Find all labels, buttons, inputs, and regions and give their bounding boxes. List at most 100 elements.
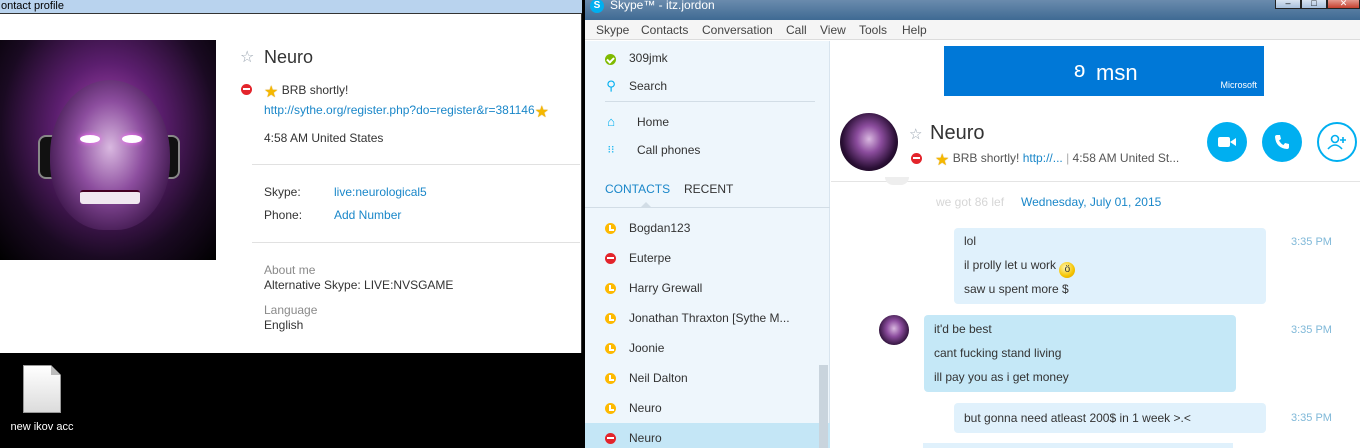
- contact-item[interactable]: Neuro: [585, 393, 830, 423]
- away-status-icon: [605, 223, 616, 234]
- contact-name[interactable]: Bogdan123: [629, 221, 690, 235]
- sender-avatar[interactable]: [879, 315, 909, 345]
- away-status-icon: [605, 313, 616, 324]
- favorite-star-icon[interactable]: ☆: [240, 50, 254, 66]
- menu-contacts[interactable]: Contacts: [641, 23, 688, 37]
- contact-name[interactable]: Jonathan Thraxton [Sythe M...: [629, 311, 790, 325]
- call-phones-label[interactable]: Call phones: [637, 143, 700, 157]
- star-emoticon-icon: ★: [264, 84, 279, 101]
- star-emoticon-icon: ★: [935, 152, 950, 169]
- menu-skype[interactable]: Skype: [596, 23, 629, 37]
- contact-name[interactable]: Euterpe: [629, 251, 671, 265]
- search-label[interactable]: Search: [629, 79, 667, 93]
- message-time: 3:35 PM: [1291, 236, 1332, 248]
- surprised-emoticon-icon: ö: [1059, 262, 1076, 278]
- add-people-button[interactable]: [1317, 122, 1357, 162]
- away-status-icon: [605, 373, 616, 384]
- contact-item[interactable]: Harry Grewall: [585, 273, 830, 303]
- message-line-with-emoticon: il prolly let u work ö: [964, 258, 1076, 278]
- desktop-file-label[interactable]: new ikov acc: [2, 421, 82, 433]
- message-time: 3:35 PM: [1291, 412, 1332, 424]
- call-phones-row[interactable]: ⁝⁝ Call phones: [585, 136, 830, 164]
- video-camera-icon: [1218, 137, 1236, 147]
- contact-item[interactable]: Bogdan123: [585, 213, 830, 243]
- profile-name: Neuro: [264, 47, 314, 67]
- away-status-icon: [605, 403, 616, 414]
- skype-window: S Skype™ - itz.jordon – □ ✕ Skype Contac…: [585, 0, 1360, 448]
- contact-item-selected[interactable]: Neuro: [585, 423, 830, 448]
- video-call-button[interactable]: [1207, 122, 1247, 162]
- skype-logo-icon: S: [590, 0, 604, 13]
- contact-item[interactable]: Jonathan Thraxton [Sythe M...: [585, 303, 830, 333]
- text-file-icon[interactable]: [23, 365, 61, 413]
- favorite-star-icon[interactable]: ☆: [909, 125, 922, 143]
- divider: [252, 164, 580, 165]
- avatar-eye-right: [122, 135, 142, 143]
- message-bubble-received[interactable]: it'd be best cant fucking stand living i…: [924, 315, 1236, 392]
- home-row[interactable]: ⌂ Home: [585, 108, 830, 136]
- msn-butterfly-icon: ʚ: [1074, 57, 1086, 82]
- contact-name[interactable]: Neuro: [629, 401, 662, 415]
- skype-titlebar: S Skype™ - itz.jordon – □ ✕: [585, 0, 1360, 20]
- menu-call[interactable]: Call: [786, 23, 807, 37]
- close-button[interactable]: ✕: [1327, 0, 1360, 9]
- menu-view[interactable]: View: [820, 23, 846, 37]
- search-icon: ⚲: [606, 78, 616, 93]
- contact-profile-window: ontact profile ☆ Neuro ★ BRB shortly! ht…: [0, 0, 582, 353]
- away-status-icon: [605, 343, 616, 354]
- busy-status-icon: [241, 84, 252, 95]
- profile-mood-link[interactable]: http://sythe.org/register.php?do=registe…: [264, 103, 535, 117]
- menu-help[interactable]: Help: [902, 23, 927, 37]
- voice-call-button[interactable]: [1262, 122, 1302, 162]
- message-bubble-sent[interactable]: lol il prolly let u work ö saw u spent m…: [954, 228, 1266, 304]
- user-status-row[interactable]: 309jmk: [585, 44, 830, 72]
- busy-status-icon: [605, 433, 616, 444]
- menu-tools[interactable]: Tools: [859, 23, 887, 37]
- menu-bar: Skype Contacts Conversation Call View To…: [585, 20, 1360, 40]
- message-bubble-sent[interactable]: but gonna need atleast 200$ in 1 week >.…: [954, 403, 1266, 433]
- contact-name[interactable]: Neil Dalton: [629, 371, 688, 385]
- divider: [605, 101, 815, 102]
- message-line: il prolly let u work: [964, 258, 1057, 272]
- current-user[interactable]: 309jmk: [629, 51, 668, 65]
- date-separator: Wednesday, July 01, 2015: [1021, 195, 1162, 209]
- contact-name[interactable]: Neuro: [629, 431, 662, 445]
- msn-advertisement[interactable]: ʚ msn Microsoft: [944, 46, 1264, 96]
- phone-icon: [1275, 135, 1289, 149]
- contact-item[interactable]: Euterpe: [585, 243, 830, 273]
- tab-recent[interactable]: RECENT: [684, 182, 733, 196]
- maximize-button[interactable]: □: [1301, 0, 1327, 9]
- contacts-scrollbar[interactable]: [819, 365, 828, 448]
- message-line: it'd be best: [934, 322, 992, 336]
- contact-item[interactable]: Joonie: [585, 333, 830, 363]
- menu-conversation[interactable]: Conversation: [702, 23, 773, 37]
- sidebar: 309jmk ⚲ Search ⌂ Home ⁝⁝ Call phones CO…: [585, 41, 830, 448]
- contact-avatar[interactable]: [840, 113, 898, 171]
- divider: [252, 242, 580, 243]
- profile-mood: ★ BRB shortly!: [264, 83, 348, 101]
- add-person-icon: [1327, 134, 1346, 150]
- contact-name[interactable]: Joonie: [629, 341, 664, 355]
- profile-local-time: 4:58 AM United States: [264, 131, 384, 145]
- online-status-icon: [605, 54, 616, 65]
- conversation-contact-name[interactable]: Neuro: [930, 122, 984, 145]
- about-me-label: About me: [264, 263, 316, 277]
- minimize-button[interactable]: –: [1275, 0, 1301, 9]
- skype-id[interactable]: live:neurological5: [334, 185, 427, 199]
- search-row[interactable]: ⚲ Search: [585, 72, 830, 100]
- mood-link[interactable]: http://...: [1023, 151, 1063, 165]
- contact-item[interactable]: Neil Dalton: [585, 363, 830, 393]
- contact-name[interactable]: Harry Grewall: [629, 281, 702, 295]
- desktop-file[interactable]: new ikov acc: [2, 365, 82, 433]
- skype-window-title: Skype™ - itz.jordon: [610, 0, 715, 12]
- profile-window-title: ontact profile: [0, 0, 582, 14]
- avatar-eye-left: [80, 135, 100, 143]
- add-number-link[interactable]: Add Number: [334, 208, 401, 222]
- profile-mood-link-row: http://sythe.org/register.php?do=registe…: [264, 103, 549, 121]
- home-label[interactable]: Home: [637, 115, 669, 129]
- profile-mood-text: BRB shortly!: [281, 83, 349, 97]
- tab-contacts[interactable]: CONTACTS: [605, 182, 670, 196]
- active-tab-indicator: [640, 202, 652, 208]
- tabs-divider: [585, 207, 830, 208]
- message-line: but gonna need atleast 200$ in 1 week >.…: [964, 411, 1191, 425]
